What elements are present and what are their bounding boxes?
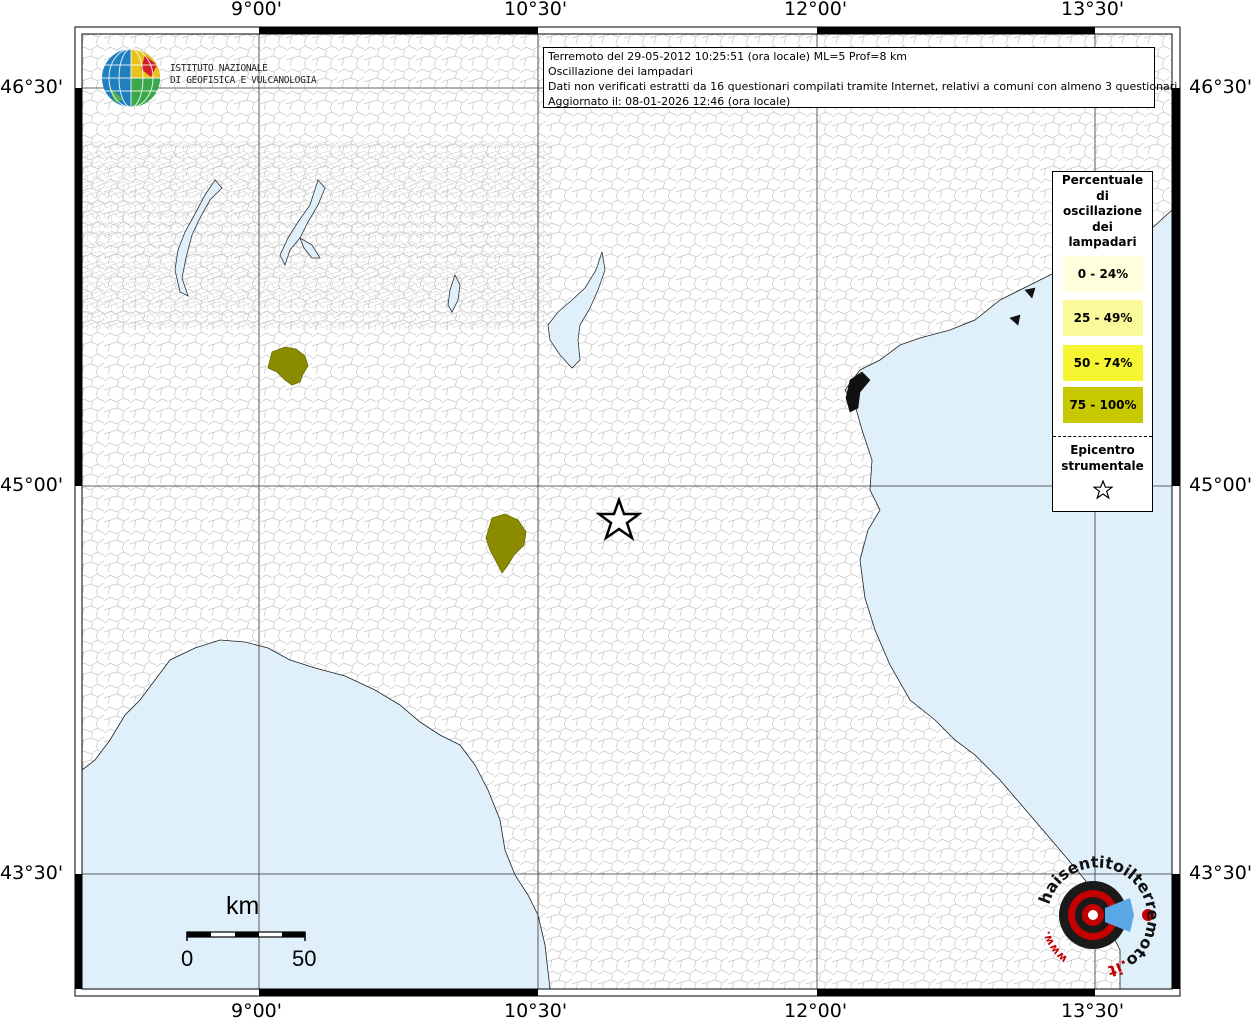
ingv-name: ISTITUTO NAZIONALE DI GEOFISICA E VULCAN…: [170, 63, 317, 87]
watermark-www: www.: [1040, 929, 1070, 965]
lat-tick-right-2: 45°00': [1189, 474, 1253, 496]
legend-title-line: dei: [1092, 219, 1113, 234]
lat-tick-left-3: 43°30': [0, 862, 64, 884]
lon-tick-top-2: 10°30': [504, 0, 568, 20]
data-note: Dati non verificati estratti da 16 quest…: [548, 80, 1181, 93]
lat-tick-right-3: 43°30': [1189, 862, 1253, 884]
lat-tick-right-1: 46°30': [1189, 76, 1253, 98]
watermark-brand: haisentitoilterremoto.it: [1035, 855, 1160, 980]
legend-title-line: oscillazione: [1063, 204, 1142, 218]
legend-title-line: Percentuale: [1061, 173, 1144, 187]
legend-class-25-49: 25 - 49%: [1063, 300, 1143, 336]
globe-icon: [102, 48, 160, 108]
legend: Percentuale di oscillazione dei lampadar…: [1052, 171, 1153, 512]
watermark-text: haisentitoilterremoto.it www.: [1035, 855, 1160, 980]
legend-class-75-100: 75 - 100%: [1063, 387, 1143, 423]
map-figure: 9°00' 10°30' 12°00' 13°30' 9°00' 10°30' …: [0, 0, 1255, 1024]
scale-unit: km: [226, 892, 260, 920]
ingv-name-line2: DI GEOFISICA E VULCANOLOGIA: [170, 75, 317, 86]
updated-timestamp: Aggiornato il: 08-01-2026 12:46 (ora loc…: [548, 95, 791, 108]
legend-title-line: di: [1096, 188, 1109, 203]
municipal-borders-dense: [82, 140, 552, 330]
lon-tick-top-4: 13°30': [1061, 0, 1125, 20]
ingv-logo: ISTITUTO NAZIONALE DI GEOFISICA E VULCAN…: [101, 47, 321, 109]
legend-epicenter-label: Epicentro strumentale: [1053, 442, 1152, 474]
lat-tick-left-1: 46°30': [0, 76, 64, 98]
lon-tick-top-1: 9°00': [231, 0, 282, 20]
legend-divider: [1053, 436, 1152, 437]
lat-tick-left-2: 45°00': [0, 474, 64, 496]
lon-tick-bottom-2: 10°30': [504, 1000, 568, 1022]
star-icon: [1093, 480, 1113, 500]
ingv-name-line1: ISTITUTO NAZIONALE: [170, 63, 268, 74]
scale-min: 0: [181, 946, 194, 971]
legend-class-0-24: 0 - 24%: [1063, 256, 1143, 292]
scale-max: 50: [292, 946, 317, 971]
lon-tick-top-3: 12°00': [784, 0, 848, 20]
event-title: Terremoto del 29-05-2012 10:25:51 (ora l…: [548, 50, 908, 63]
event-info-box: Terremoto del 29-05-2012 10:25:51 (ora l…: [543, 47, 1181, 108]
legend-title-line: lampadari: [1068, 235, 1137, 249]
map-subject: Oscillazione dei lampadari: [548, 65, 693, 78]
legend-epicenter-line: strumentale: [1061, 459, 1144, 473]
lon-tick-bottom-1: 9°00': [231, 1000, 282, 1022]
legend-epicenter-line: Epicentro: [1070, 443, 1135, 457]
lon-tick-bottom-3: 12°00': [784, 1000, 848, 1022]
legend-title: Percentuale di oscillazione dei lampadar…: [1053, 172, 1152, 251]
lon-tick-bottom-4: 13°30': [1061, 1000, 1125, 1022]
legend-class-50-74: 50 - 74%: [1063, 345, 1143, 381]
